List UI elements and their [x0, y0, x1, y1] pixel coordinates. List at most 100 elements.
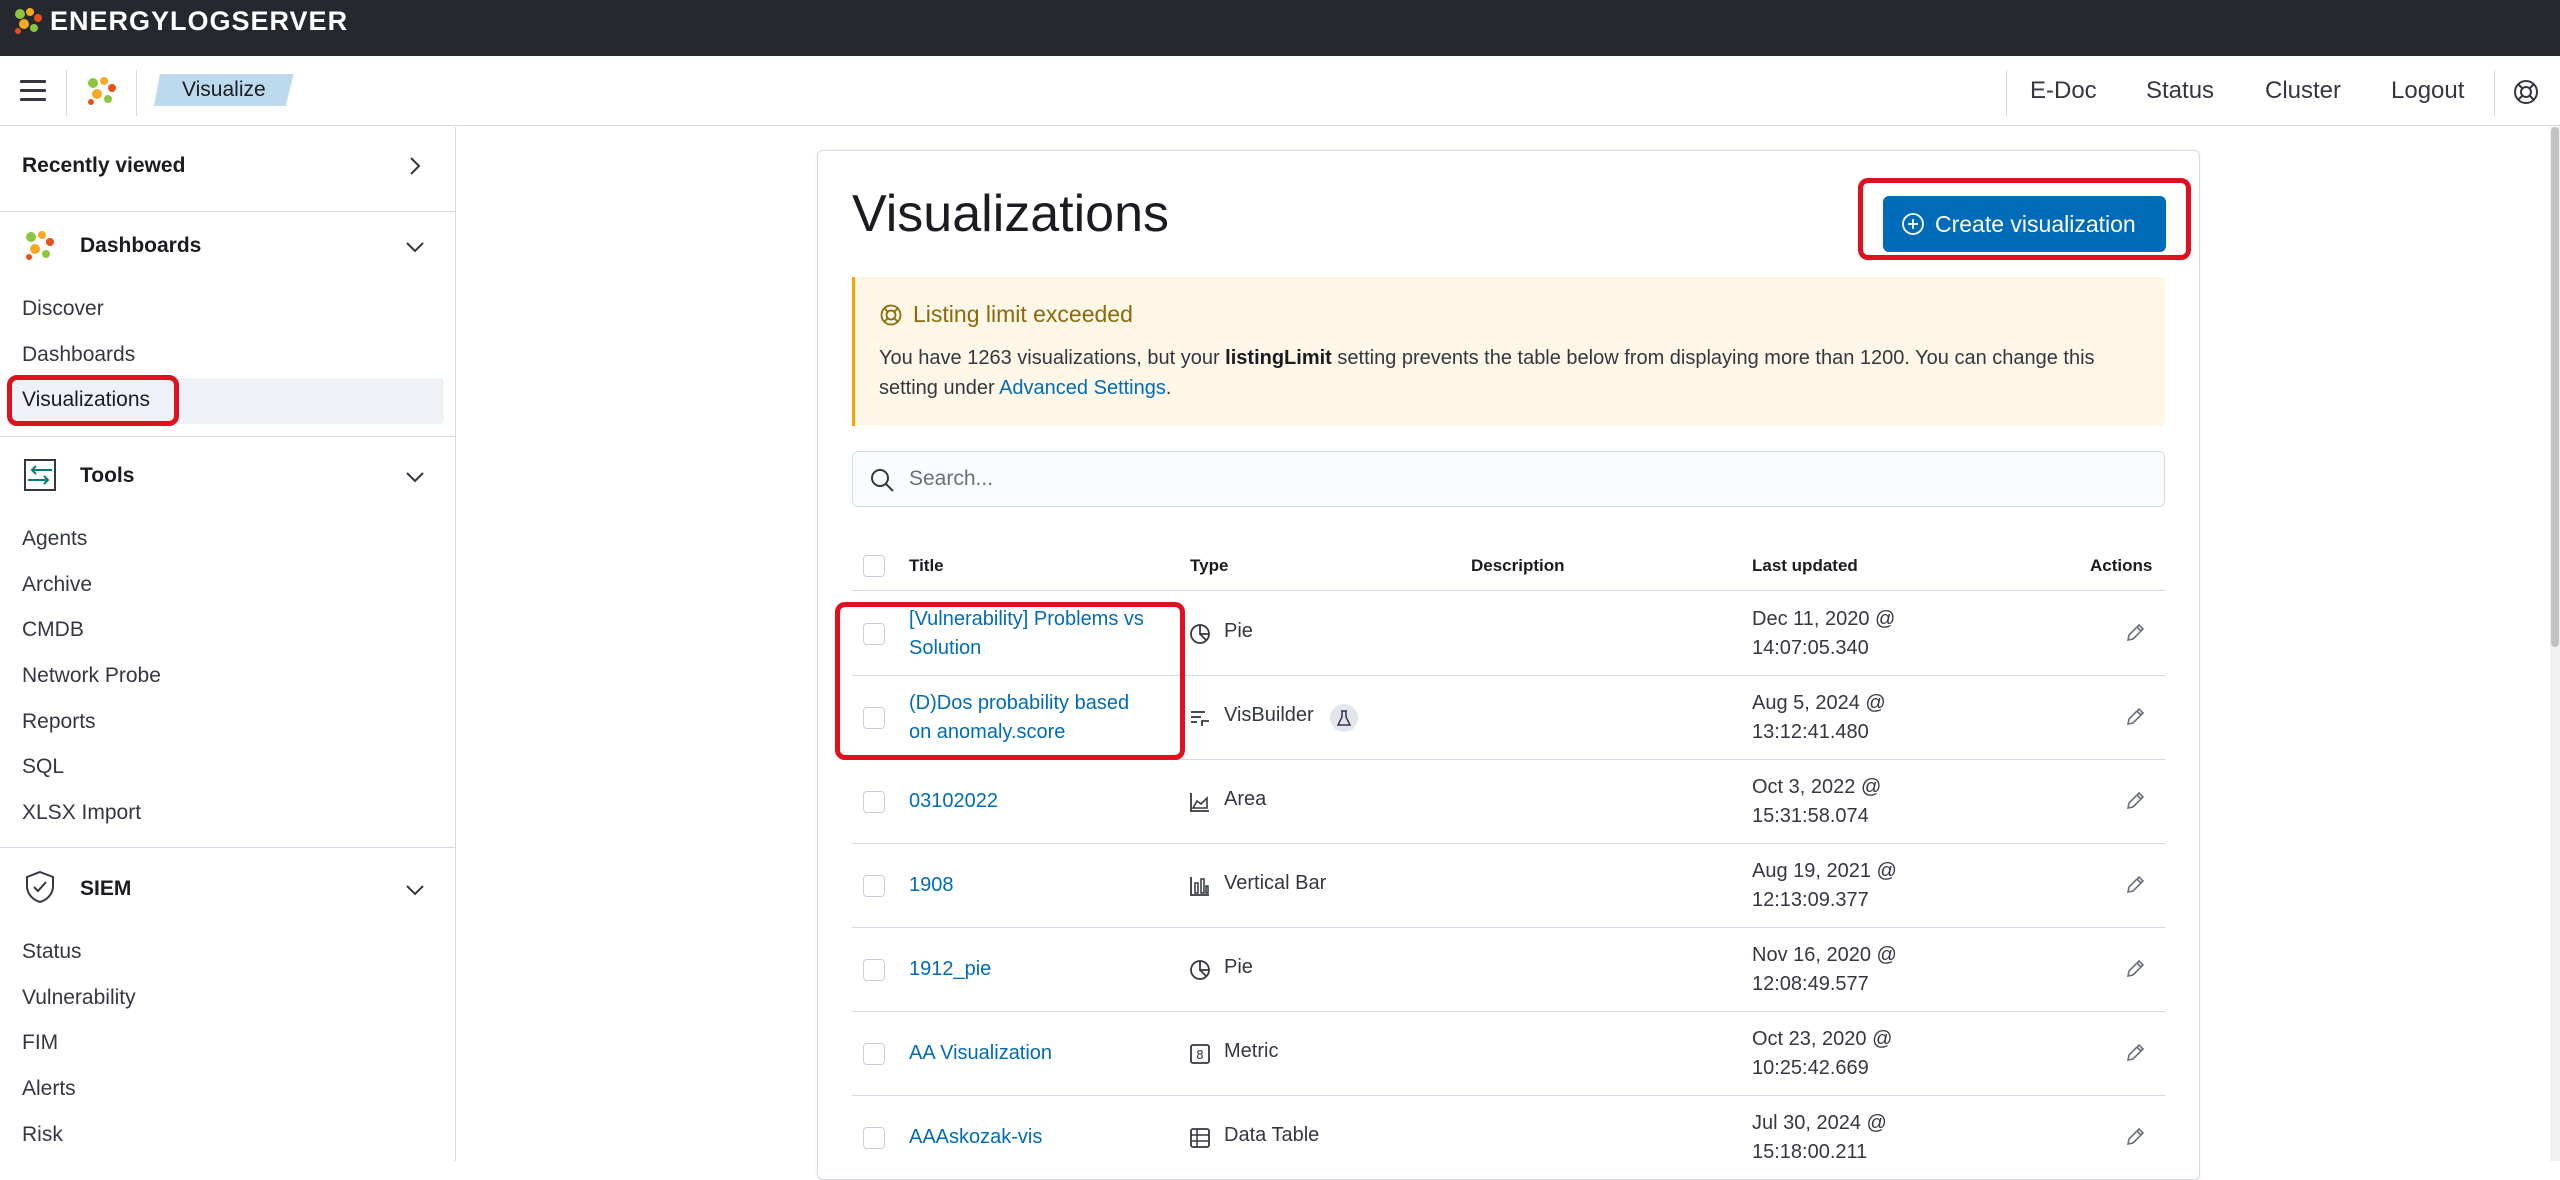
create-visualization-label: Create visualization	[1935, 211, 2136, 237]
sidebar-item-discover[interactable]: Discover	[22, 297, 104, 321]
metric-icon: 8	[1190, 1044, 1210, 1064]
row-checkbox[interactable]	[863, 875, 885, 897]
sidebar-item-status[interactable]: Status	[22, 940, 82, 964]
updated-time: 12:08:49.577	[1752, 973, 1869, 995]
scrollbar-thumb[interactable]	[2551, 127, 2559, 647]
pencil-edit-icon[interactable]	[2124, 1042, 2146, 1064]
row-checkbox[interactable]	[863, 791, 885, 813]
pie-icon	[1190, 624, 1210, 644]
home-logo-icon[interactable]	[84, 74, 120, 108]
row-checkbox[interactable]	[863, 623, 885, 645]
sidebar-item-archive[interactable]: Archive	[22, 573, 92, 597]
sidebar-item-dashboards[interactable]: Dashboards	[22, 343, 135, 367]
pencil-edit-icon[interactable]	[2124, 1126, 2146, 1148]
row-checkbox[interactable]	[863, 1127, 885, 1149]
sidebar-item-visualizations[interactable]: Visualizations	[22, 388, 150, 412]
table-row: (D)Dos probability based on anomaly.score…	[852, 676, 2165, 760]
chevron-down-icon[interactable]	[404, 466, 426, 488]
nav-cluster[interactable]: Cluster	[2265, 74, 2341, 108]
tools-section-title[interactable]: Tools	[80, 464, 134, 488]
visualization-title-link[interactable]: 1908	[909, 871, 1179, 900]
recently-viewed-label[interactable]: Recently viewed	[22, 154, 185, 178]
title-line: [Vulnerability] Problems vs	[909, 608, 1144, 630]
sidebar-divider	[0, 211, 455, 212]
visualization-title-link[interactable]: (D)Dos probability based on anomaly.score	[909, 689, 1179, 747]
pencil-edit-icon[interactable]	[2124, 958, 2146, 980]
pencil-edit-icon[interactable]	[2124, 706, 2146, 728]
search-input[interactable]	[909, 460, 2109, 498]
column-header-actions: Actions	[2090, 556, 2153, 575]
table-header-divider	[852, 590, 2165, 591]
sidebar-item-reports[interactable]: Reports	[22, 710, 96, 734]
chevron-down-icon[interactable]	[404, 879, 426, 901]
help-lifebuoy-icon[interactable]	[2512, 78, 2540, 106]
last-updated: Oct 3, 2022 @ 15:31:58.074	[1752, 773, 1881, 831]
table-row: 1912_pie Pie Nov 16, 2020 @ 12:08:49.577	[852, 928, 2165, 1012]
visualization-title-link[interactable]: 03102022	[909, 787, 1179, 816]
header-divider	[2494, 70, 2495, 116]
updated-time: 15:18:00.211	[1752, 1141, 1868, 1163]
updated-date: Nov 16, 2020 @	[1752, 944, 1897, 966]
title-line: Solution	[909, 637, 982, 659]
sidebar-item-agents[interactable]: Agents	[22, 527, 87, 551]
visualization-type: Vertical Bar	[1224, 872, 1327, 894]
create-visualization-button[interactable]: Create visualization	[1883, 196, 2166, 252]
updated-date: Jul 30, 2024 @	[1752, 1112, 1887, 1134]
pencil-edit-icon[interactable]	[2124, 874, 2146, 896]
updated-date: Dec 11, 2020 @	[1752, 608, 1896, 630]
last-updated: Aug 5, 2024 @ 13:12:41.480	[1752, 689, 1886, 747]
chevron-right-icon[interactable]	[404, 155, 426, 177]
callout-text-part: You have 1263 visualizations, but your	[879, 347, 1226, 369]
row-checkbox[interactable]	[863, 707, 885, 729]
callout-text: You have 1263 visualizations, but your l…	[879, 343, 2149, 403]
app-header: Visualize E-Doc Status Cluster Logout	[0, 56, 2560, 126]
breadcrumb[interactable]: Visualize	[154, 74, 294, 106]
page-scrollbar[interactable]	[2550, 127, 2560, 1161]
nav-logout[interactable]: Logout	[2391, 74, 2464, 108]
column-header-title[interactable]: Title	[909, 556, 944, 576]
title-line: (D)Dos probability based	[909, 692, 1130, 714]
table-row: 03102022 Area Oct 3, 2022 @ 15:31:58.074	[852, 760, 2165, 844]
chevron-down-icon[interactable]	[404, 236, 426, 258]
updated-time: 14:07:05.340	[1752, 637, 1869, 659]
pie-icon	[1190, 960, 1210, 980]
dashboards-logo-icon	[26, 231, 54, 260]
column-header-type[interactable]: Type	[1190, 556, 1228, 576]
sidebar-item-risk[interactable]: Risk	[22, 1123, 63, 1147]
sidebar-item-alerts[interactable]: Alerts	[22, 1077, 76, 1101]
pencil-edit-icon[interactable]	[2124, 790, 2146, 812]
visualization-title-link[interactable]: 1912_pie	[909, 955, 1179, 984]
last-updated: Aug 19, 2021 @ 12:13:09.377	[1752, 857, 1897, 915]
visualization-title-link[interactable]: AAAskozak-vis	[909, 1123, 1179, 1152]
sidebar-item-fim[interactable]: FIM	[22, 1031, 58, 1055]
side-nav: Recently viewed Dashboards Discover Dash…	[0, 127, 456, 1161]
header-divider	[66, 70, 67, 116]
updated-date: Aug 5, 2024 @	[1752, 692, 1886, 714]
search-icon	[871, 469, 894, 492]
nav-status[interactable]: Status	[2146, 74, 2214, 108]
column-header-last-updated[interactable]: Last updated	[1752, 556, 1858, 576]
visualization-title-link[interactable]: [Vulnerability] Problems vs Solution	[909, 605, 1179, 663]
sidebar-item-vulnerability[interactable]: Vulnerability	[22, 986, 136, 1010]
row-checkbox[interactable]	[863, 1043, 885, 1065]
siem-section-title[interactable]: SIEM	[80, 877, 131, 901]
table-row: [Vulnerability] Problems vs Solution Pie …	[852, 592, 2165, 676]
sidebar-divider	[0, 436, 455, 437]
advanced-settings-link[interactable]: Advanced Settings	[999, 377, 1166, 399]
table-row: 1908 Vertical Bar Aug 19, 2021 @ 12:13:09…	[852, 844, 2165, 928]
table-row: AA Visualization 8 Metric Oct 23, 2020 @…	[852, 1012, 2165, 1096]
sidebar-item-cmdb[interactable]: CMDB	[22, 618, 84, 642]
menu-toggle-icon[interactable]	[20, 80, 46, 102]
last-updated: Dec 11, 2020 @ 14:07:05.340	[1752, 605, 1895, 663]
sidebar-item-xlsx-import[interactable]: XLSX Import	[22, 801, 141, 825]
dashboards-section-title[interactable]: Dashboards	[80, 234, 201, 258]
pencil-edit-icon[interactable]	[2124, 622, 2146, 644]
select-all-checkbox[interactable]	[863, 555, 885, 577]
sidebar-item-network-probe[interactable]: Network Probe	[22, 664, 161, 688]
sidebar-item-sql[interactable]: SQL	[22, 755, 64, 779]
visualization-title-link[interactable]: AA Visualization	[909, 1039, 1179, 1068]
row-checkbox[interactable]	[863, 959, 885, 981]
nav-edoc[interactable]: E-Doc	[2030, 74, 2097, 108]
column-header-description[interactable]: Description	[1471, 556, 1565, 576]
shield-icon	[26, 870, 54, 904]
